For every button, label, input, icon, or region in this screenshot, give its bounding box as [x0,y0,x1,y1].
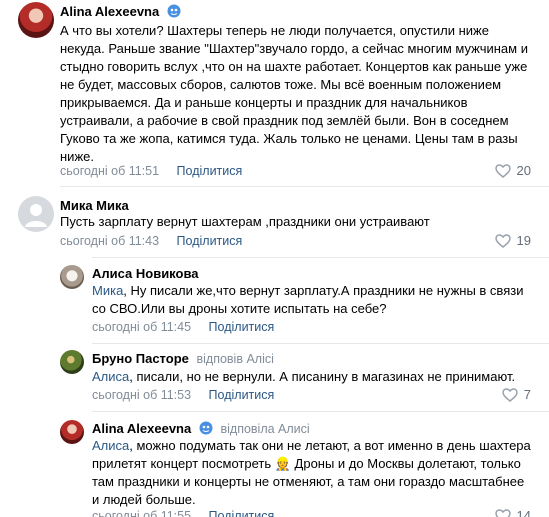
reply-mention-link[interactable]: Алиса [92,438,129,453]
avatar[interactable] [60,350,84,374]
author-name[interactable]: Мика Мика [60,198,129,213]
comment-text: Мика, Ну писали же,что вернут зарплату.А… [92,282,532,318]
heart-icon [502,387,518,402]
heart-icon [494,163,511,178]
author-name[interactable]: Alina Alexeevna [92,421,191,436]
comment-text: Алиса, можно подумать так они не летают,… [92,437,532,509]
comment-text: Алиса, писали, но не вернули. А писанину… [92,368,532,386]
share-button[interactable]: Поділитися [209,320,275,334]
vk-mascot-badge-icon [199,421,213,435]
like-count: 19 [516,233,531,248]
comment-author[interactable]: Бруно Пасторе відповів Алісі [92,351,274,366]
like-count: 14 [516,508,531,517]
replied-to-label[interactable]: відповіла Алисі [220,422,309,436]
comment-meta: сьогодні об 11:55 Поділитися [92,509,274,517]
avatar[interactable] [18,2,54,38]
author-name[interactable]: Алиса Новикова [92,266,199,281]
replied-to-label[interactable]: відповів Алісі [196,352,273,366]
comment-time[interactable]: сьогодні об 11:53 [92,388,191,402]
comment-text: Пусть зарплату вернут шахтерам ,праздник… [60,214,430,229]
share-button[interactable]: Поділитися [209,509,275,517]
share-button[interactable]: Поділитися [209,388,275,402]
divider [92,257,549,258]
comment-time[interactable]: сьогодні об 11:43 [60,234,159,248]
reply-text: , Ну писали же,что вернут зарплату.А пра… [92,283,524,316]
avatar[interactable] [60,420,84,444]
heart-icon [509,319,525,333]
share-button[interactable]: Поділитися [177,234,243,248]
comment-author[interactable]: Мика Мика [60,198,129,213]
like-button[interactable] [509,319,531,333]
default-user-icon [25,204,47,227]
reply-mention-link[interactable]: Алиса [92,369,129,384]
comment-time[interactable]: сьогодні об 11:45 [92,320,191,334]
like-button[interactable]: 20 [494,163,531,178]
comment-time[interactable]: сьогодні об 11:55 [92,509,191,517]
comment-author[interactable]: Алиса Новикова [92,266,199,281]
reply-text: , писали, но не вернули. А писанину в ма… [129,369,516,384]
vk-mascot-badge-icon [167,4,181,18]
like-button[interactable]: 19 [494,233,531,248]
reply-mention-link[interactable]: Мика [92,283,123,298]
comment-meta: сьогодні об 11:51 Поділитися [60,164,242,178]
divider [92,343,549,344]
share-button[interactable]: Поділитися [177,164,243,178]
avatar[interactable] [60,265,84,289]
like-count: 20 [516,163,531,178]
like-button[interactable]: 14 [494,508,531,517]
avatar[interactable] [18,196,54,232]
comment-meta: сьогодні об 11:45 Поділитися [92,320,274,334]
author-name[interactable]: Alina Alexeevna [60,4,159,19]
heart-icon [494,508,511,517]
comment-meta: сьогодні об 11:53 Поділитися [92,388,274,402]
like-button[interactable]: 7 [502,387,531,402]
comment-text: А что вы хотели? Шахтеры теперь не люди … [60,23,528,164]
comment-time[interactable]: сьогодні об 11:51 [60,164,159,178]
like-count: 7 [523,387,531,402]
divider [60,186,549,187]
heart-icon [494,233,511,248]
comment-author[interactable]: Alina Alexeevna [60,4,181,19]
author-name[interactable]: Бруно Пасторе [92,351,189,366]
comment-meta: сьогодні об 11:43 Поділитися [60,234,242,248]
reply-text: , можно подумать так они не летают, а во… [92,438,531,507]
comment-author[interactable]: Alina Alexeevna відповіла Алисі [92,421,310,436]
divider [92,411,549,412]
